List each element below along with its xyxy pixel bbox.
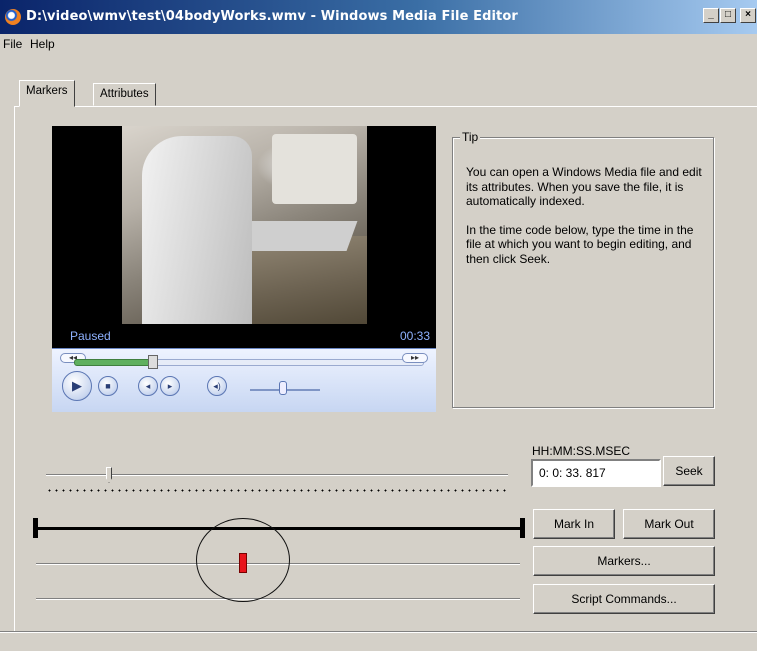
timeline-end-cap[interactable] <box>520 518 525 538</box>
player-time: 00:33 <box>399 329 430 343</box>
seek-button[interactable]: Seek <box>663 456 715 486</box>
seek-bar[interactable] <box>154 359 424 366</box>
position-slider-track[interactable] <box>46 474 508 476</box>
minimize-button[interactable]: _ <box>703 8 719 23</box>
tip-paragraph-2: In the time code below, type the time in… <box>466 222 694 266</box>
video-person <box>142 136 252 324</box>
slider-ticks <box>46 489 508 492</box>
menu-file[interactable]: File <box>3 37 22 51</box>
close-button[interactable]: × <box>740 8 756 23</box>
menu-bar: File Help <box>0 34 757 54</box>
previous-icon[interactable]: ◂ <box>138 376 158 396</box>
maximize-button[interactable]: □ <box>720 8 736 23</box>
tab-attributes[interactable]: Attributes <box>93 83 156 106</box>
player-controls: ◂◂ ▸▸ ▶ ■ ◂ ▸ ◂) <box>52 348 436 412</box>
window-title: D:\video\wmv\test\04bodyWorks.wmv - Wind… <box>26 9 518 24</box>
app-icon[interactable] <box>5 9 21 25</box>
tab-markers[interactable]: Markers <box>19 80 75 107</box>
player-status-bar: Paused 00:33 <box>52 324 436 348</box>
video-frame <box>122 126 367 324</box>
mute-icon[interactable]: ◂) <box>207 376 227 396</box>
mark-in-button[interactable]: Mark In <box>533 509 615 539</box>
script-commands-button[interactable]: Script Commands... <box>533 584 715 614</box>
marker-timeline[interactable] <box>36 527 524 530</box>
seek-forward-icon[interactable]: ▸▸ <box>402 353 428 363</box>
markers-button[interactable]: Markers... <box>533 546 715 576</box>
volume-thumb[interactable] <box>279 381 287 395</box>
next-icon[interactable]: ▸ <box>160 376 180 396</box>
seek-bar-played[interactable] <box>74 359 154 366</box>
window-bottom-edge <box>0 631 757 633</box>
mark-out-button[interactable]: Mark Out <box>623 509 715 539</box>
script-track <box>36 598 520 600</box>
tip-title: Tip <box>460 130 481 144</box>
title-bar[interactable]: D:\video\wmv\test\04bodyWorks.wmv - Wind… <box>0 0 757 34</box>
tip-text: You can open a Windows Media file and ed… <box>466 165 710 280</box>
tip-paragraph-1: You can open a Windows Media file and ed… <box>466 165 702 208</box>
media-player: Paused 00:33 ◂◂ ▸▸ ▶ ■ ◂ ▸ ◂) <box>52 126 436 412</box>
timecode-input[interactable]: 0: 0: 33. 817 <box>531 459 661 487</box>
player-status: Paused <box>70 329 111 343</box>
marker-handle[interactable] <box>239 553 247 573</box>
menu-help[interactable]: Help <box>30 37 55 51</box>
play-icon[interactable]: ▶ <box>62 371 92 401</box>
seek-thumb[interactable] <box>148 355 158 369</box>
video-monitor <box>272 134 357 204</box>
timecode-label: HH:MM:SS.MSEC <box>532 444 631 458</box>
stop-icon[interactable]: ■ <box>98 376 118 396</box>
